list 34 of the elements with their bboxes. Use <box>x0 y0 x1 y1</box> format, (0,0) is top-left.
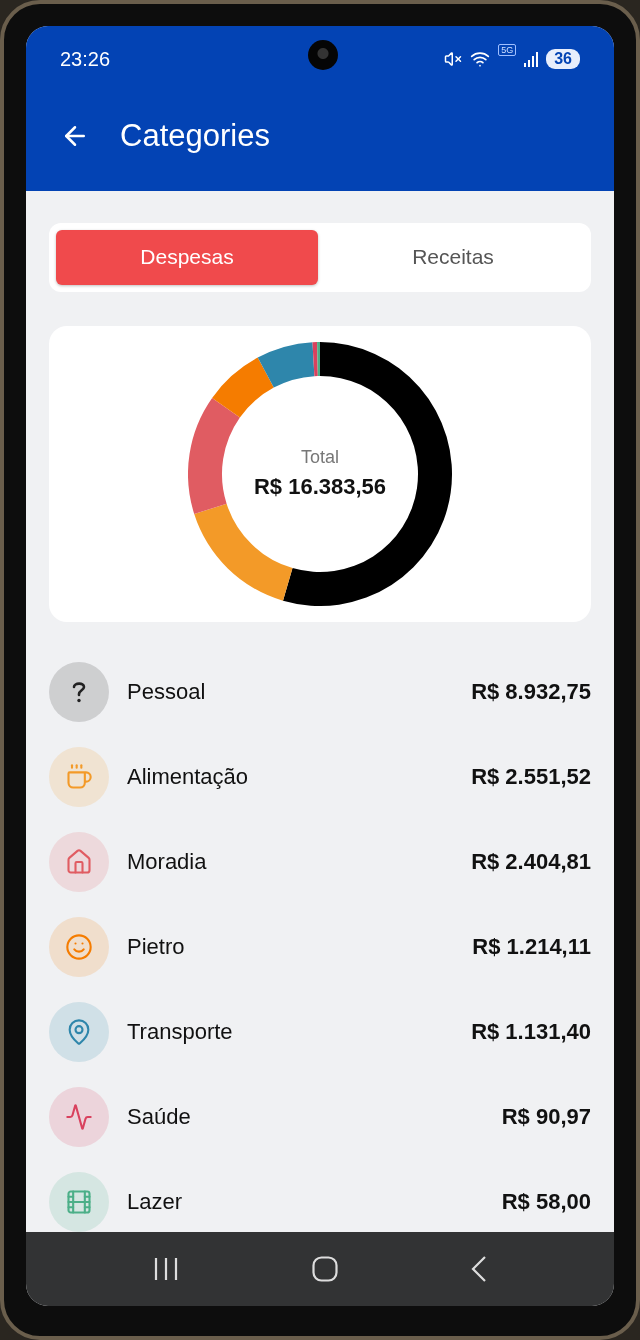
status-time: 23:26 <box>60 47 111 71</box>
network-type: 5G <box>498 44 517 56</box>
category-name: Transporte <box>127 1019 234 1045</box>
category-name: Pietro <box>127 934 186 960</box>
total-label: Total <box>300 447 339 469</box>
category-name: Saúde <box>127 1104 192 1130</box>
category-amount: R$ 58,00 <box>501 1189 591 1215</box>
smiley-icon <box>65 933 93 961</box>
category-amount: R$ 2.404,81 <box>471 849 591 875</box>
battery-level: 36 <box>546 49 580 69</box>
category-name: Lazer <box>127 1189 184 1215</box>
question-mark-icon <box>72 681 86 703</box>
category-amount: R$ 1.131,40 <box>471 1019 591 1045</box>
mute-icon <box>444 50 463 68</box>
back-nav-button[interactable] <box>471 1256 488 1282</box>
category-name: Moradia <box>127 849 208 875</box>
screen-title: Categories <box>120 118 270 154</box>
category-name: Alimentação <box>127 764 250 790</box>
tab[interactable]: Despesas <box>56 230 318 285</box>
home-button[interactable] <box>312 1256 338 1282</box>
recent-apps-button[interactable] <box>152 1257 179 1281</box>
total-amount: R$ 16.383,56 <box>253 474 387 501</box>
coffee-cup-icon <box>65 763 93 791</box>
category-amount: R$ 90,97 <box>501 1104 591 1130</box>
category-amount: R$ 8.932,75 <box>471 679 591 705</box>
category-amount: R$ 1.214,11 <box>472 934 591 960</box>
film-icon <box>65 1188 93 1216</box>
tab[interactable]: Receitas <box>322 230 584 285</box>
heartbeat-icon <box>65 1103 93 1131</box>
house-icon <box>65 848 93 876</box>
signal-icon <box>524 51 539 67</box>
category-name: Pessoal <box>127 679 207 705</box>
category-amount: R$ 2.551,52 <box>471 764 591 790</box>
wifi-icon <box>470 49 491 69</box>
